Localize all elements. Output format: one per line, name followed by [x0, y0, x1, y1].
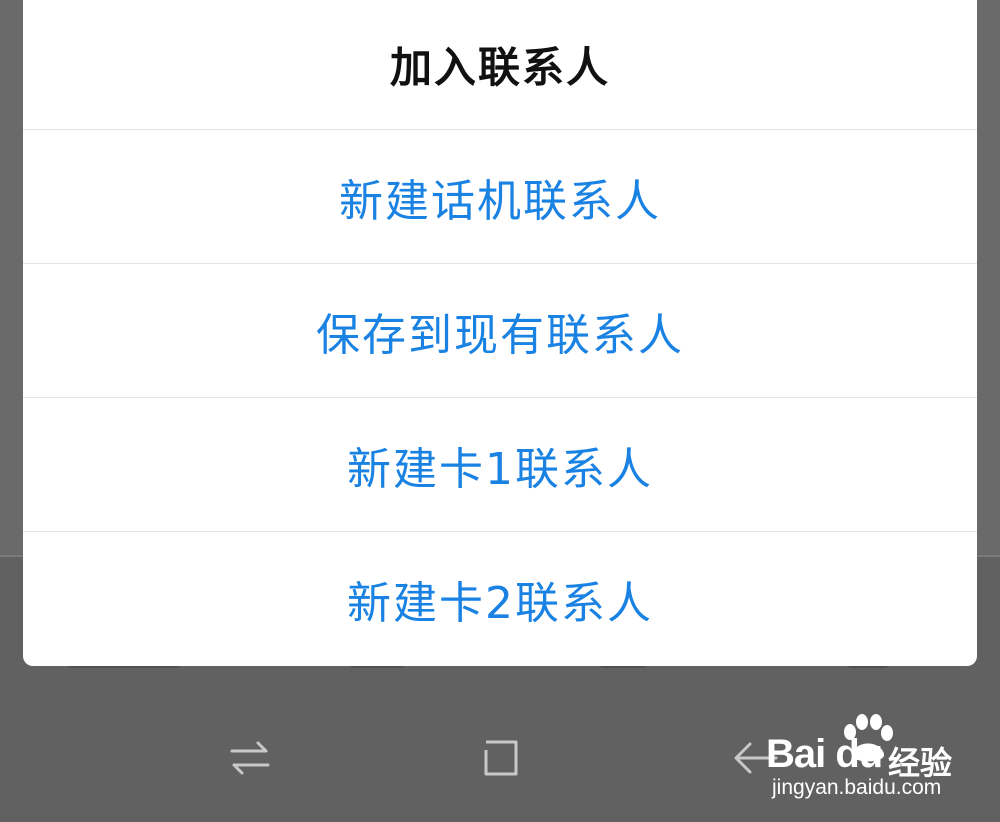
home-icon	[484, 740, 518, 776]
home-button[interactable]	[472, 730, 528, 786]
dialog-title: 加入联系人	[23, 0, 977, 130]
add-contact-dialog: 加入联系人 新建话机联系人 保存到现有联系人 新建卡1联系人 新建卡2联系人	[23, 0, 977, 666]
watermark-url: jingyan.baidu.com	[772, 776, 942, 799]
new-sim1-contact-option[interactable]: 新建卡1联系人	[23, 398, 977, 532]
save-to-existing-contact-option[interactable]: 保存到现有联系人	[23, 264, 977, 398]
new-sim2-contact-option[interactable]: 新建卡2联系人	[23, 532, 977, 666]
baidu-logo-text: Bai du	[766, 732, 883, 776]
new-phone-contact-option[interactable]: 新建话机联系人	[23, 130, 977, 264]
recent-apps-button[interactable]	[222, 730, 278, 786]
recent-apps-icon	[230, 741, 270, 775]
baidu-jingyan-watermark: Bai du 经验 jingyan.baidu.com	[728, 712, 968, 807]
